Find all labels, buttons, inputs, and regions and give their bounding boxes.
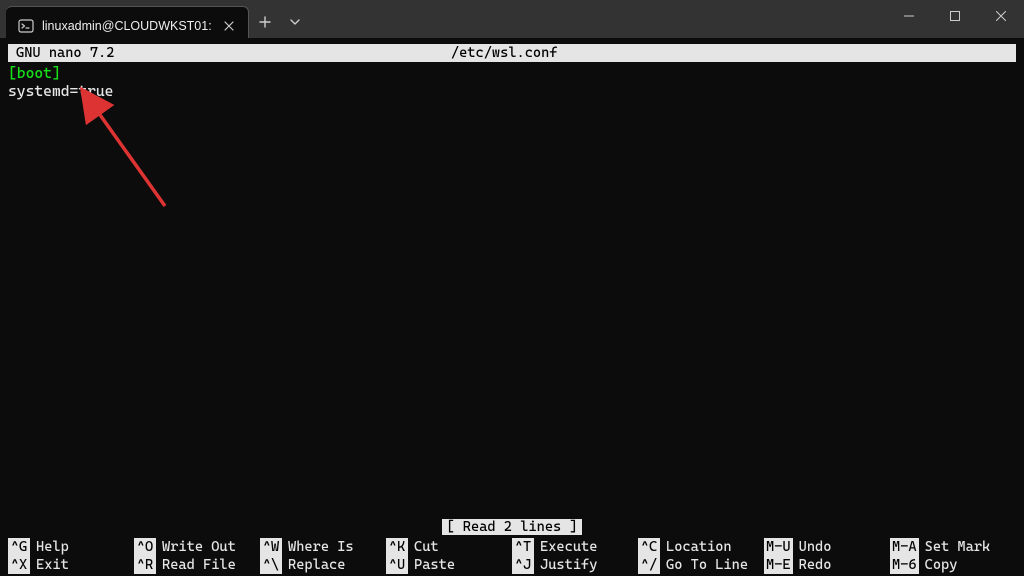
shortcut-paste[interactable]: ^U Paste (386, 556, 512, 574)
shortcut-label: Paste (414, 556, 455, 574)
shortcut-help[interactable]: ^G Help (8, 538, 134, 556)
shortcut-label: Justify (540, 556, 597, 574)
keycap: ^T (512, 538, 534, 556)
editor-area[interactable]: [boot] systemd=true (8, 62, 1016, 100)
keycap: M-A (890, 538, 919, 556)
editor-line: [boot] (8, 64, 1016, 82)
terminal-icon (18, 18, 34, 34)
close-window-button[interactable] (978, 0, 1024, 32)
shortcut-replace[interactable]: ^\ Replace (260, 556, 386, 574)
keycap: ^X (8, 556, 30, 574)
tab-title: linuxadmin@CLOUDWKST01: (42, 19, 212, 33)
shortcut-label: Go To Line (666, 556, 748, 574)
shortcut-label: Help (36, 538, 69, 556)
keycap: M-U (764, 538, 793, 556)
shortcut-label: Write Out (162, 538, 236, 556)
maximize-button[interactable] (932, 0, 978, 32)
close-icon (996, 11, 1006, 21)
keycap: ^\ (260, 556, 282, 574)
nano-header: GNU nano 7.2 /etc/wsl.conf (8, 44, 1016, 62)
shortcut-label: Where Is (288, 538, 354, 556)
nano-status-bar: [ Read 2 lines ] (8, 518, 1016, 536)
shortcut-label: Replace (288, 556, 345, 574)
keycap: ^/ (638, 556, 660, 574)
close-icon (224, 21, 234, 31)
shortcut-label: Redo (799, 556, 832, 574)
shortcut-label: Execute (540, 538, 597, 556)
shortcut-label: Cut (414, 538, 439, 556)
minimize-icon (904, 11, 914, 21)
terminal-viewport[interactable]: GNU nano 7.2 /etc/wsl.conf [boot] system… (0, 38, 1024, 576)
keycap: ^C (638, 538, 660, 556)
shortcut-go-to-line[interactable]: ^/ Go To Line (638, 556, 764, 574)
shortcut-execute[interactable]: ^T Execute (512, 538, 638, 556)
annotation-arrow (70, 86, 180, 216)
shortcut-label: Location (666, 538, 732, 556)
shortcut-location[interactable]: ^C Location (638, 538, 764, 556)
shortcut-set-mark[interactable]: M-A Set Mark (890, 538, 1016, 556)
maximize-icon (950, 11, 960, 21)
nano-shortcut-bar: ^G Help ^O Write Out ^W Where Is ^K Cut ^T Ex… (8, 538, 1016, 574)
shortcut-label: Undo (799, 538, 832, 556)
chevron-down-icon (290, 17, 300, 27)
keycap: M-E (764, 556, 793, 574)
keycap: M-6 (890, 556, 919, 574)
shortcut-exit[interactable]: ^X Exit (8, 556, 134, 574)
nano-status-text: [ Read 2 lines ] (442, 519, 581, 535)
shortcut-undo[interactable]: M-U Undo (764, 538, 890, 556)
plus-icon (259, 16, 271, 28)
shortcut-label: Set Mark (925, 538, 991, 556)
keycap: ^O (134, 538, 156, 556)
tab-dropdown-button[interactable] (281, 6, 309, 38)
nano-file-name: /etc/wsl.conf (114, 44, 894, 62)
shortcut-write-out[interactable]: ^O Write Out (134, 538, 260, 556)
shortcut-label: Read File (162, 556, 236, 574)
shortcut-label: Exit (36, 556, 69, 574)
keycap: ^W (260, 538, 282, 556)
keycap: ^J (512, 556, 534, 574)
shortcut-redo[interactable]: M-E Redo (764, 556, 890, 574)
nano-header-right (894, 44, 1014, 62)
shortcut-read-file[interactable]: ^R Read File (134, 556, 260, 574)
editor-line: systemd=true (8, 82, 1016, 100)
minimize-button[interactable] (886, 0, 932, 32)
keycap: ^R (134, 556, 156, 574)
nano-app-name: GNU nano 7.2 (10, 44, 114, 62)
shortcut-justify[interactable]: ^J Justify (512, 556, 638, 574)
keycap: ^U (386, 556, 408, 574)
shortcut-copy[interactable]: M-6 Copy (890, 556, 1016, 574)
shortcut-label: Copy (925, 556, 958, 574)
new-tab-button[interactable] (249, 6, 281, 38)
keycap: ^G (8, 538, 30, 556)
titlebar-drag-region[interactable] (309, 0, 886, 38)
window-titlebar: linuxadmin@CLOUDWKST01: (0, 0, 1024, 38)
window-controls (886, 0, 1024, 38)
tab-close-button[interactable] (220, 17, 238, 35)
shortcut-cut[interactable]: ^K Cut (386, 538, 512, 556)
shortcut-where-is[interactable]: ^W Where Is (260, 538, 386, 556)
keycap: ^K (386, 538, 408, 556)
